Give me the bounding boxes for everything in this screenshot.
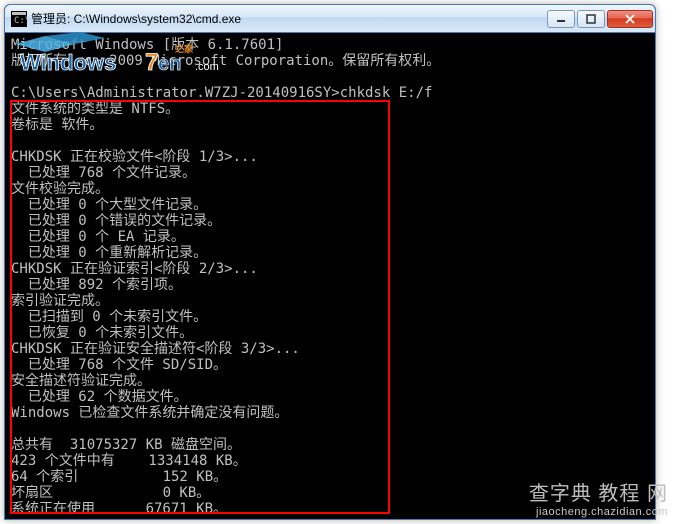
terminal-output[interactable]: Microsoft Windows [版本 6.1.7601]版权所有 <c> … [5, 33, 655, 519]
terminal-line: 423 个文件中有 1334148 KB。 [11, 453, 649, 469]
terminal-line: 已处理 892 个索引项。 [11, 277, 649, 293]
terminal-line: CHKDSK 正在验证索引<阶段 2/3>... [11, 261, 649, 277]
maximize-button[interactable] [577, 10, 605, 28]
window-title: 管理员: C:\Windows\system32\cmd.exe [31, 10, 545, 27]
terminal-line: 已处理 768 个文件记录。 [11, 165, 649, 181]
terminal-line: 已处理 0 个大型文件记录。 [11, 197, 649, 213]
terminal-line: 已扫描到 0 个未索引文件。 [11, 309, 649, 325]
footer-watermark-main: 查字典 教程 网 [529, 477, 668, 506]
close-button[interactable] [607, 10, 653, 28]
terminal-line: 已处理 0 个错误的文件记录。 [11, 213, 649, 229]
cmd-window: C:\ 管理员: C:\Windows\system32\cmd.exe Mic… [4, 4, 656, 520]
terminal-line: 版权所有 <c> 2009 Microsoft Corporation。保留所有… [11, 53, 649, 69]
terminal-line: 总共有 31075327 KB 磁盘空间。 [11, 437, 649, 453]
terminal-line: CHKDSK 正在验证安全描述符<阶段 3/3>... [11, 341, 649, 357]
terminal-line: C:\Users\Administrator.W7ZJ-20140916SY>c… [11, 85, 649, 101]
terminal-line: 文件系统的类型是 NTFS。 [11, 101, 649, 117]
window-controls [545, 10, 653, 28]
minimize-button[interactable] [547, 10, 575, 28]
footer-watermark: 查字典 教程 网 jiaocheng.chazidian.com [529, 477, 668, 518]
titlebar[interactable]: C:\ 管理员: C:\Windows\system32\cmd.exe [5, 5, 655, 33]
terminal-line [11, 421, 649, 437]
terminal-line: 已处理 62 个数据文件。 [11, 389, 649, 405]
terminal-line: 索引验证完成。 [11, 293, 649, 309]
terminal-line: 安全描述符验证完成。 [11, 373, 649, 389]
terminal-line: Windows 已检查文件系统并确定没有问题。 [11, 405, 649, 421]
terminal-line: 已处理 768 个文件 SD/SID。 [11, 357, 649, 373]
terminal-line: 卷标是 软件。 [11, 117, 649, 133]
svg-text:C:\: C:\ [14, 16, 27, 26]
terminal-line: 已处理 0 个重新解析记录。 [11, 245, 649, 261]
cmd-icon: C:\ [11, 11, 27, 27]
terminal-line: CHKDSK 正在校验文件<阶段 1/3>... [11, 149, 649, 165]
terminal-line: Microsoft Windows [版本 6.1.7601] [11, 37, 649, 53]
terminal-line: 文件校验完成。 [11, 181, 649, 197]
terminal-line [11, 133, 649, 149]
footer-watermark-sub: jiaocheng.chazidian.com [529, 506, 668, 518]
terminal-line: 已恢复 0 个未索引文件。 [11, 325, 649, 341]
terminal-line [11, 69, 649, 85]
terminal-line: 已处理 0 个 EA 记录。 [11, 229, 649, 245]
